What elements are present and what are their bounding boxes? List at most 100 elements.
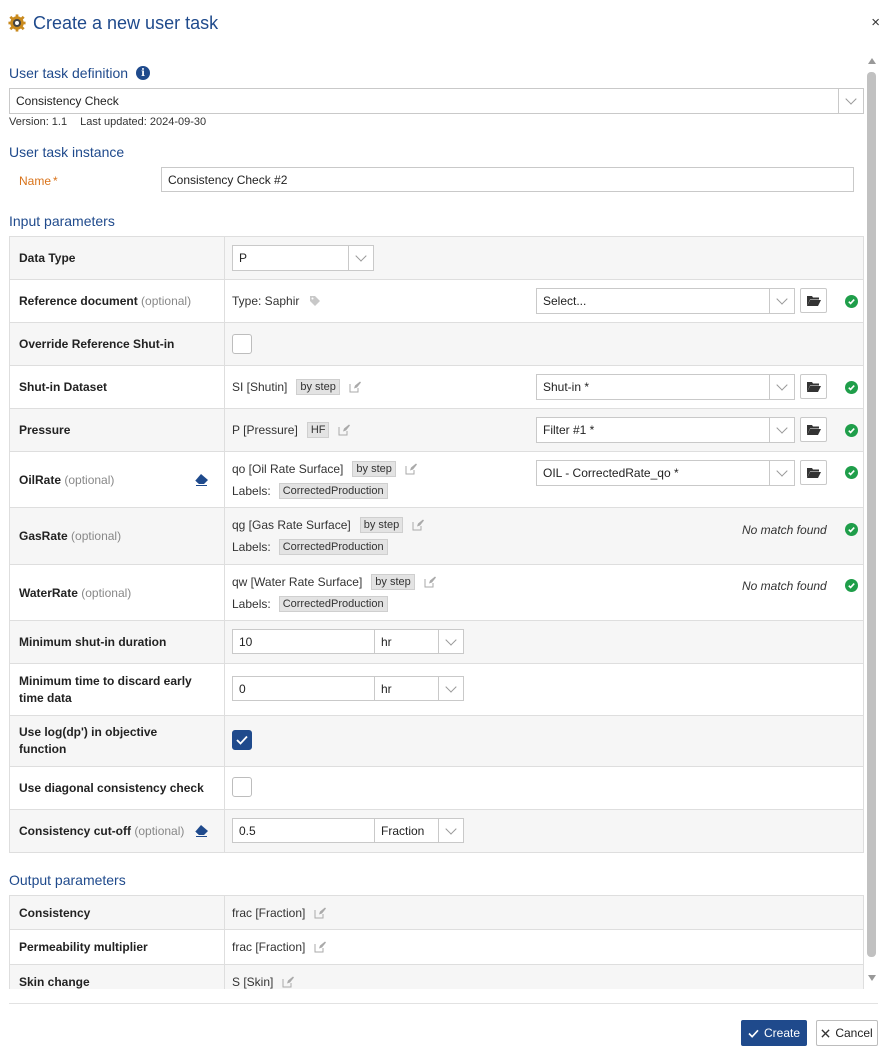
name-input[interactable]: Consistency Check #2 xyxy=(161,167,854,192)
mapping-tag: by step xyxy=(352,461,396,477)
scroll-up-arrow[interactable] xyxy=(868,58,876,64)
cutoff-value[interactable]: 0.5 xyxy=(233,819,375,842)
min-shutin-unit[interactable]: hr xyxy=(375,630,438,653)
param-row-override-shutin: Override Reference Shut-in xyxy=(9,323,864,366)
tag-icon xyxy=(310,296,321,306)
min-time-discard-input[interactable]: 0 hr xyxy=(232,676,464,701)
param-row-min-time-discard: Minimum time to discard early time data … xyxy=(9,664,864,716)
mapping-text: P [Pressure] xyxy=(232,423,298,437)
mapping-text: frac [Fraction] xyxy=(232,906,306,920)
param-row-shutin-dataset: Shut-in Dataset SI [Shutin] by step Shut… xyxy=(9,366,864,409)
create-button[interactable]: Create xyxy=(741,1020,807,1046)
label-tag: CorrectedProduction xyxy=(278,539,388,555)
param-label: GasRate (optional) xyxy=(19,529,121,543)
use-diagonal-checkbox[interactable] xyxy=(232,777,252,797)
shutin-mapping: SI [Shutin] by step xyxy=(232,379,361,395)
info-icon[interactable]: i xyxy=(136,66,151,80)
chevron-down-icon[interactable] xyxy=(438,630,463,653)
oil-rate-select[interactable]: OIL - CorrectedRate_qo * xyxy=(536,460,795,486)
label-tag: CorrectedProduction xyxy=(278,483,388,499)
optional-label: (optional) xyxy=(81,586,132,600)
eraser-icon[interactable] xyxy=(194,474,208,486)
optional-label: (optional) xyxy=(134,824,185,838)
param-label: Data Type xyxy=(19,251,76,265)
folder-open-icon xyxy=(806,424,821,435)
edit-icon[interactable] xyxy=(338,424,351,436)
min-shutin-input[interactable]: 10 hr xyxy=(232,629,464,654)
param-label: Use diagonal consistency check xyxy=(19,781,204,795)
scroll-down-arrow[interactable] xyxy=(868,975,876,981)
output-row: Consistency frac [Fraction] xyxy=(9,896,864,930)
param-label-text: WaterRate xyxy=(19,586,78,600)
chevron-down-icon[interactable] xyxy=(348,246,373,270)
output-parameters-table: Consistency frac [Fraction] Permeability… xyxy=(9,895,864,989)
edit-icon[interactable] xyxy=(282,976,295,988)
param-row-min-shutin: Minimum shut-in duration 10 hr xyxy=(9,621,864,664)
eraser-icon[interactable] xyxy=(194,825,208,837)
chevron-down-icon[interactable] xyxy=(838,89,863,113)
param-label: Pressure xyxy=(19,423,71,437)
gear-icon xyxy=(8,14,26,32)
vertical-scrollbar[interactable] xyxy=(866,56,878,989)
pressure-value: Filter #1 * xyxy=(543,423,595,437)
close-icon xyxy=(821,1028,830,1038)
version-info: Version: 1.1 Last updated: 2024-09-30 xyxy=(9,116,206,128)
task-instance-title: User task instance xyxy=(9,144,125,160)
browse-folder-button[interactable] xyxy=(800,417,827,442)
edit-icon[interactable] xyxy=(314,941,327,953)
output-parameters-heading: Output parameters xyxy=(9,872,126,888)
param-row-use-log: Use log(dp') in objective function xyxy=(9,716,864,767)
min-shutin-value[interactable]: 10 xyxy=(233,630,375,653)
output-row: Skin change S [Skin] xyxy=(9,965,864,989)
folder-open-icon xyxy=(806,295,821,306)
pressure-select[interactable]: Filter #1 * xyxy=(536,417,795,443)
reference-type: Type: Saphir xyxy=(232,294,321,308)
edit-icon[interactable] xyxy=(349,381,361,393)
folder-open-icon xyxy=(806,381,821,392)
param-label-text: Reference document xyxy=(19,294,138,308)
reference-document-select[interactable]: Select... xyxy=(536,288,795,314)
param-row-consistency-cutoff: Consistency cut-off (optional) 0.5 Fract… xyxy=(9,810,864,853)
chevron-down-icon[interactable] xyxy=(438,677,463,700)
cutoff-input[interactable]: 0.5 Fraction xyxy=(232,818,464,843)
min-time-discard-unit[interactable]: hr xyxy=(375,677,438,700)
param-label-line: Minimum time to discard early xyxy=(19,674,192,688)
check-circle-icon xyxy=(845,466,858,479)
override-shutin-checkbox[interactable] xyxy=(232,334,252,354)
edit-icon[interactable] xyxy=(405,463,417,475)
data-type-select[interactable]: P xyxy=(232,245,374,271)
scroll-thumb[interactable] xyxy=(867,72,876,957)
param-label: Use log(dp') in objective function xyxy=(19,724,157,758)
edit-icon[interactable] xyxy=(314,907,327,919)
close-icon[interactable]: × xyxy=(871,14,880,31)
edit-icon[interactable] xyxy=(424,576,436,588)
min-time-discard-value[interactable]: 0 xyxy=(233,677,375,700)
browse-folder-button[interactable] xyxy=(800,288,827,313)
edit-icon[interactable] xyxy=(412,519,425,531)
use-log-checkbox[interactable] xyxy=(232,730,252,750)
dialog-content[interactable]: User task definition i Consistency Check… xyxy=(0,56,866,989)
input-parameters-heading: Input parameters xyxy=(9,213,115,229)
chevron-down-icon[interactable] xyxy=(769,461,794,485)
shutin-dataset-select[interactable]: Shut-in * xyxy=(536,374,795,400)
param-label-text: GasRate xyxy=(19,529,68,543)
mapping-text: SI [Shutin] xyxy=(232,380,288,394)
chevron-down-icon[interactable] xyxy=(438,819,463,842)
required-mark: * xyxy=(53,174,58,188)
chevron-down-icon[interactable] xyxy=(769,289,794,313)
mapping-tag: HF xyxy=(306,422,330,438)
cancel-button[interactable]: Cancel xyxy=(816,1020,878,1046)
check-circle-icon xyxy=(845,579,858,592)
chevron-down-icon[interactable] xyxy=(769,375,794,399)
water-rate-labels: Labels: CorrectedProduction xyxy=(232,596,388,612)
mapping-text: S [Skin] xyxy=(232,975,274,989)
chevron-down-icon[interactable] xyxy=(769,418,794,442)
cutoff-unit[interactable]: Fraction xyxy=(375,819,438,842)
task-definition-select[interactable]: Consistency Check xyxy=(9,88,864,114)
output-parameters-title: Output parameters xyxy=(9,872,126,888)
mapping-text: qo [Oil Rate Surface] xyxy=(232,462,344,476)
browse-folder-button[interactable] xyxy=(800,374,827,399)
browse-folder-button[interactable] xyxy=(800,460,827,485)
oil-rate-value: OIL - CorrectedRate_qo * xyxy=(543,466,679,480)
cancel-label: Cancel xyxy=(835,1026,873,1040)
